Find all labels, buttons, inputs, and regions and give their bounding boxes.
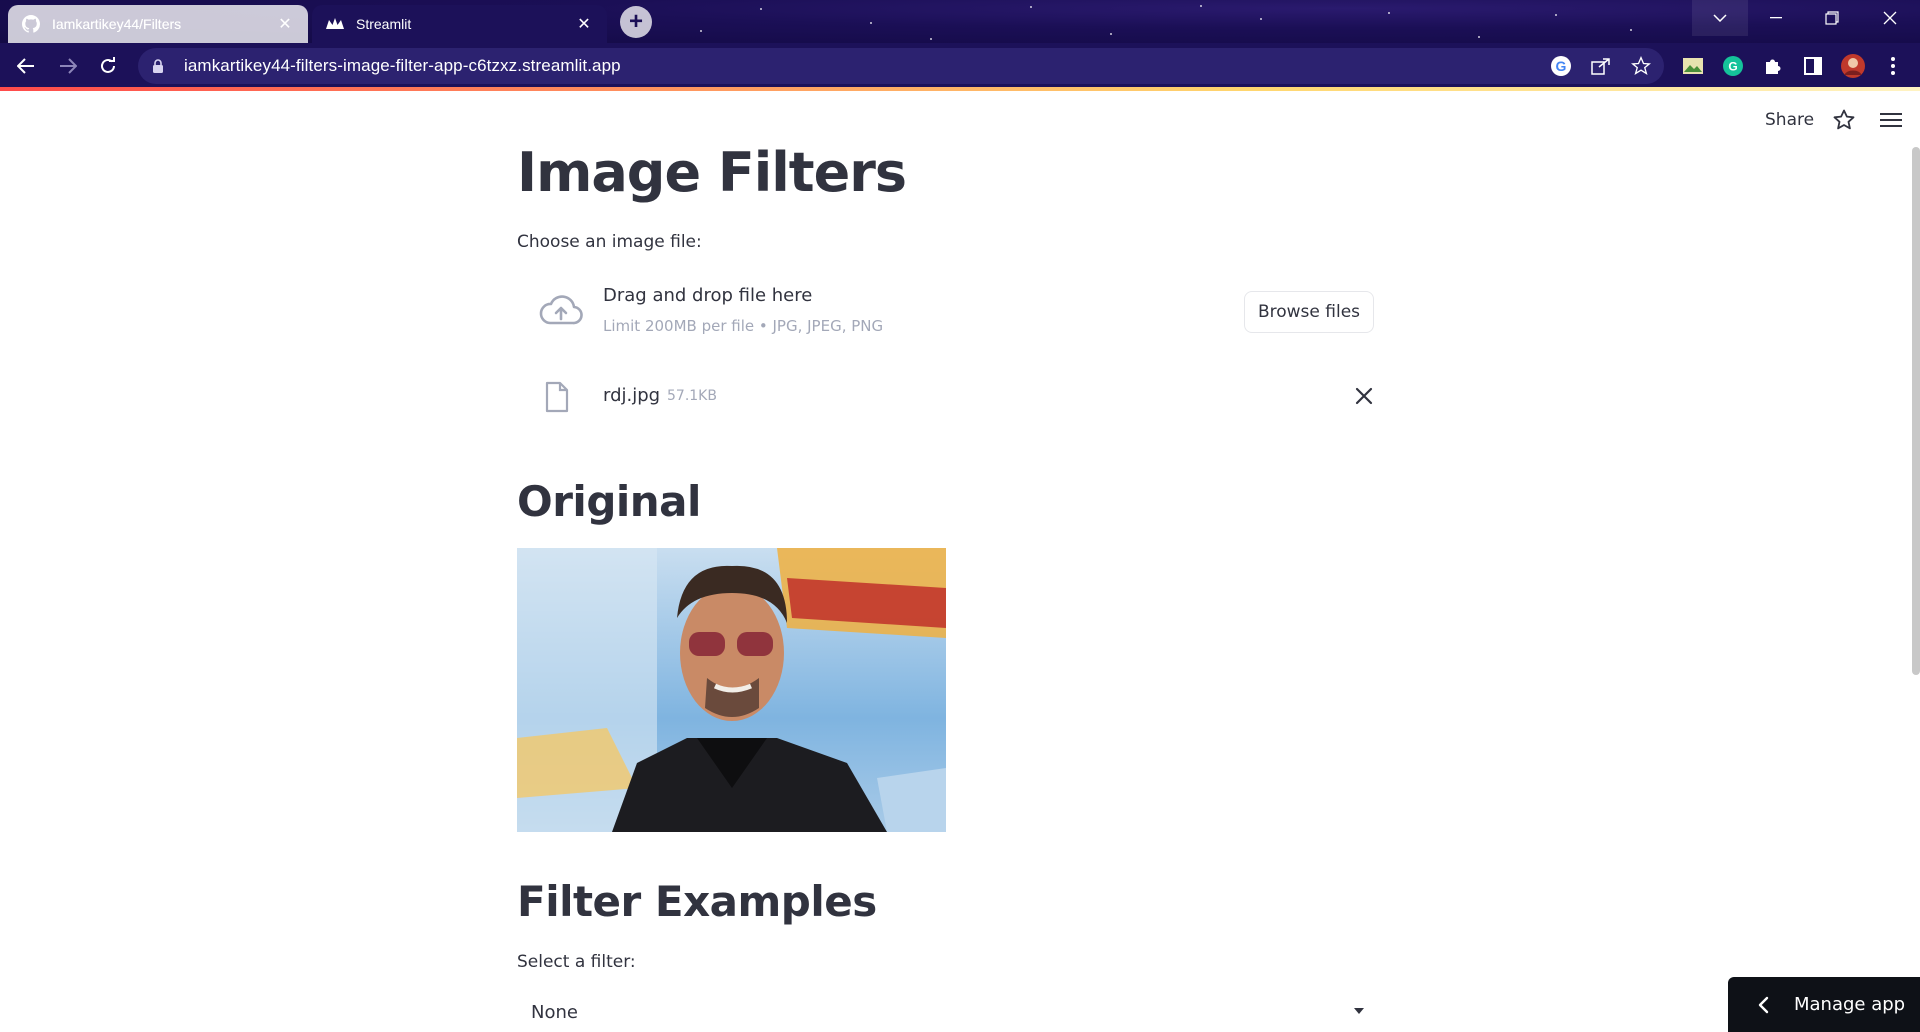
streamlit-icon	[326, 15, 344, 33]
browser-menu-icon[interactable]	[1880, 53, 1906, 79]
filter-select[interactable]: None	[517, 989, 1379, 1032]
hamburger-menu-icon[interactable]	[1880, 110, 1902, 130]
new-tab-button[interactable]: +	[620, 6, 652, 38]
tab-title: Streamlit	[356, 16, 412, 32]
manage-app-button[interactable]: Manage app	[1728, 977, 1920, 1032]
streamlit-page: Share Image Filters Choose an image file…	[0, 91, 1920, 1032]
filter-select-label: Select a filter:	[517, 952, 636, 972]
lock-icon	[152, 58, 166, 74]
cloud-upload-icon	[539, 295, 583, 325]
tab-streamlit[interactable]: Streamlit ✕	[312, 5, 607, 43]
extensions-puzzle-icon[interactable]	[1760, 53, 1786, 79]
back-icon[interactable]	[10, 50, 42, 82]
image-extension-icon[interactable]	[1680, 53, 1706, 79]
chevron-left-icon	[1758, 996, 1769, 1013]
uploader-label: Choose an image file:	[517, 232, 702, 252]
reload-icon[interactable]	[92, 50, 124, 82]
svg-text:G: G	[1556, 58, 1567, 74]
remove-file-icon[interactable]	[1353, 385, 1375, 407]
uploaded-file-size: 57.1KB	[667, 388, 717, 404]
browse-files-button[interactable]: Browse files	[1244, 291, 1374, 333]
manage-app-label: Manage app	[1794, 994, 1906, 1015]
restore-icon[interactable]	[1804, 0, 1860, 36]
bookmark-star-icon[interactable]	[1628, 53, 1654, 79]
window-close-icon[interactable]	[1862, 0, 1918, 36]
address-bar[interactable]: iamkartikey44-filters-image-filter-app-c…	[138, 48, 1664, 84]
page-scrollbar[interactable]	[1912, 147, 1920, 675]
minimize-icon[interactable]	[1748, 0, 1804, 36]
forward-icon[interactable]	[52, 50, 84, 82]
share-button[interactable]: Share	[1765, 110, 1814, 130]
uploaded-file-name: rdj.jpg	[603, 385, 661, 406]
github-icon	[22, 15, 40, 33]
original-image	[517, 548, 946, 832]
tab-search-icon[interactable]	[1692, 0, 1748, 36]
profile-avatar-icon[interactable]	[1840, 53, 1866, 79]
chevron-down-icon	[1354, 1008, 1364, 1014]
share-page-icon[interactable]	[1588, 53, 1614, 79]
filter-examples-heading: Filter Examples	[517, 877, 877, 926]
url-text: iamkartikey44-filters-image-filter-app-c…	[184, 56, 621, 75]
file-icon	[545, 381, 569, 413]
tab-github-filters[interactable]: Iamkartikey44/Filters ✕	[8, 5, 308, 43]
original-heading: Original	[517, 477, 701, 526]
uploaded-file-row: rdj.jpg 57.1KB	[517, 381, 1379, 427]
page-title: Image Filters	[517, 141, 907, 204]
google-icon[interactable]: G	[1548, 53, 1574, 79]
drop-text: Drag and drop file here	[603, 285, 813, 306]
file-limit-text: Limit 200MB per file • JPG, JPEG, PNG	[603, 317, 884, 335]
favorite-star-icon[interactable]	[1832, 108, 1856, 132]
tab-title: Iamkartikey44/Filters	[52, 16, 182, 32]
close-tab-icon[interactable]: ✕	[276, 15, 294, 33]
close-tab-icon[interactable]: ✕	[575, 15, 593, 33]
side-panel-icon[interactable]	[1800, 53, 1826, 79]
grammarly-icon[interactable]: G	[1720, 53, 1746, 79]
file-uploader-dropzone[interactable]: Drag and drop file here Limit 200MB per …	[517, 267, 1379, 357]
filter-select-value: None	[531, 1001, 578, 1023]
svg-text:G: G	[1728, 60, 1737, 74]
